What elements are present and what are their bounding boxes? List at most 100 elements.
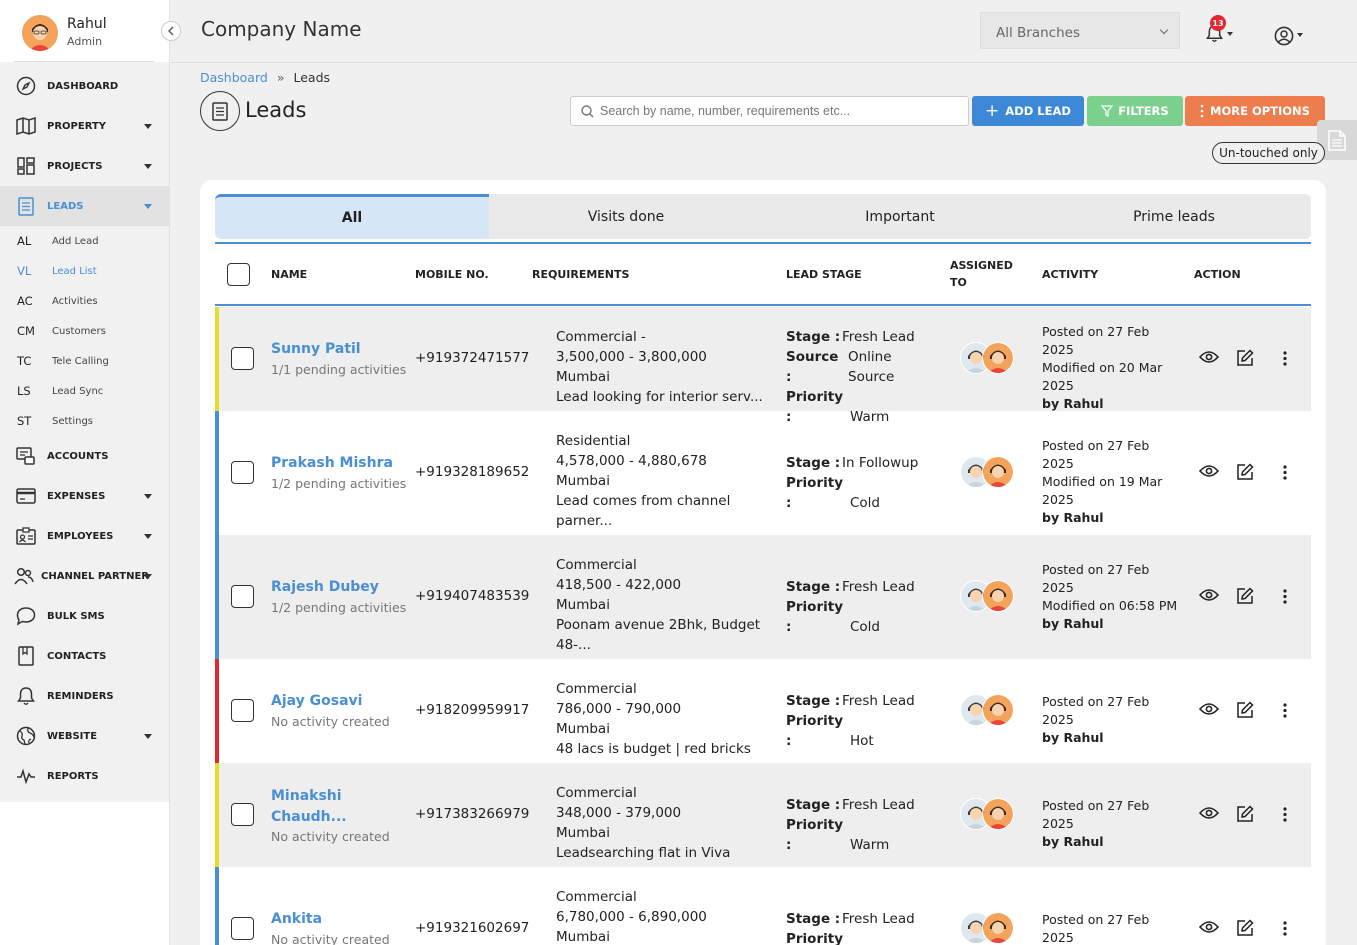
- sidebar-item-property[interactable]: PROPERTY: [0, 106, 169, 146]
- table-row[interactable]: Rajesh Dubey 1/2 pending activities +91940…: [215, 535, 1311, 659]
- kebab-menu-icon[interactable]: [1283, 589, 1287, 604]
- edit-icon[interactable]: [1236, 349, 1254, 367]
- stage-label: Stage :: [786, 693, 841, 709]
- sidebar-item-contacts[interactable]: CONTACTS: [0, 636, 169, 676]
- user-menu-icon[interactable]: [1274, 26, 1294, 50]
- sidebar-subitem-customers[interactable]: CM Customers: [0, 316, 169, 346]
- row-checkbox[interactable]: [231, 699, 254, 722]
- sidebar-item-website[interactable]: WEBSITE: [0, 716, 169, 756]
- stage-label: Stage :: [786, 579, 841, 595]
- column-assigned-to[interactable]: ASSIGNED TO: [950, 257, 1020, 291]
- column-activity[interactable]: ACTIVITY: [1042, 266, 1098, 283]
- kebab-menu-icon[interactable]: [1283, 351, 1287, 366]
- tab-all[interactable]: All: [215, 194, 489, 239]
- eye-icon[interactable]: [1199, 806, 1219, 820]
- sidebar-subitem-add-lead[interactable]: AL Add Lead: [0, 226, 169, 256]
- eye-icon[interactable]: [1199, 464, 1219, 478]
- select-all-checkbox[interactable]: [227, 263, 250, 286]
- edit-icon[interactable]: [1236, 701, 1254, 719]
- sidebar-item-expenses[interactable]: EXPENSES: [0, 476, 169, 516]
- search-input[interactable]: [600, 104, 960, 118]
- edit-icon[interactable]: [1236, 587, 1254, 605]
- lead-name-link[interactable]: Sunny Patil: [271, 339, 401, 360]
- lead-name-link[interactable]: Ajay Gosavi: [271, 691, 401, 712]
- table-row[interactable]: Ankita No activity created +919321602697 Co…: [215, 867, 1311, 945]
- lead-name-link[interactable]: Rajesh Dubey: [271, 577, 401, 598]
- sidebar-subitem-settings[interactable]: ST Settings: [0, 406, 169, 436]
- assigned-avatars[interactable]: [960, 912, 1018, 945]
- table-row[interactable]: Prakash Mishra 1/2 pending activities +919…: [215, 411, 1311, 535]
- edit-icon[interactable]: [1236, 805, 1254, 823]
- kebab-menu-icon[interactable]: [1283, 807, 1287, 822]
- kebab-menu-icon[interactable]: [1283, 703, 1287, 718]
- eye-icon[interactable]: [1199, 588, 1219, 602]
- requirement-line: Poonam avenue 2Bhk, Budget 48-...: [556, 617, 761, 653]
- lead-name-link[interactable]: Prakash Mishra: [271, 453, 401, 474]
- sidebar-subitem-label: Add Lead: [52, 235, 99, 247]
- tab-prime-leads[interactable]: Prime leads: [1037, 194, 1311, 239]
- assigned-avatars[interactable]: [960, 694, 1018, 728]
- column-lead-stage[interactable]: LEAD STAGE: [786, 266, 862, 283]
- sidebar-subitem-activities[interactable]: AC Activities: [0, 286, 169, 316]
- chevron-down-icon[interactable]: [1227, 32, 1233, 36]
- assigned-avatars[interactable]: [960, 456, 1018, 490]
- sidebar-subitem-tele-calling[interactable]: TC Tele Calling: [0, 346, 169, 376]
- branch-select[interactable]: All Branches: [980, 12, 1180, 49]
- table-row[interactable]: Minakshi Chaudh... No activity created +91…: [215, 763, 1311, 867]
- requirement-line: 418,500 - 422,000: [556, 577, 682, 593]
- lead-name-link[interactable]: Minakshi Chaudh...: [271, 786, 401, 828]
- chevron-down-icon[interactable]: [1297, 33, 1303, 37]
- sidebar-item-dashboard[interactable]: DASHBOARD: [0, 66, 169, 106]
- sidebar-item-accounts[interactable]: ACCOUNTS: [0, 436, 169, 476]
- row-checkbox[interactable]: [231, 347, 254, 370]
- assigned-avatars[interactable]: [960, 580, 1018, 614]
- row-checkbox[interactable]: [231, 917, 254, 940]
- column-name[interactable]: NAME: [271, 266, 307, 283]
- breadcrumb: Dashboard » Leads: [200, 70, 330, 85]
- sidebar-subitem-lead-list[interactable]: VL Lead List: [0, 256, 169, 286]
- sidebar-subitem-lead-sync[interactable]: LS Lead Sync: [0, 376, 169, 406]
- sidebar-item-label: REMINDERS: [47, 690, 114, 702]
- row-checkbox[interactable]: [231, 585, 254, 608]
- column-mobile[interactable]: MOBILE NO.: [415, 266, 489, 283]
- eye-icon[interactable]: [1199, 702, 1219, 716]
- edit-icon[interactable]: [1236, 463, 1254, 481]
- sidebar-subitem-label: Lead List: [52, 265, 97, 277]
- filters-button[interactable]: FILTERS: [1087, 96, 1183, 126]
- activity-author: by Rahul: [1042, 834, 1104, 849]
- sidebar-item-label: DASHBOARD: [47, 80, 119, 92]
- lead-tabs: All Visits done Important Prime leads: [215, 194, 1311, 239]
- kebab-menu-icon[interactable]: [1283, 465, 1287, 480]
- column-requirements[interactable]: REQUIREMENTS: [532, 266, 629, 283]
- eye-icon[interactable]: [1199, 350, 1219, 364]
- tab-important[interactable]: Important: [763, 194, 1037, 239]
- sidebar-item-bulk-sms[interactable]: BULK SMS: [0, 596, 169, 636]
- sidebar-collapse-button[interactable]: [161, 21, 181, 41]
- user-profile[interactable]: Rahul Admin: [22, 15, 107, 51]
- edit-icon[interactable]: [1236, 919, 1254, 937]
- sidebar-subitem-label: Tele Calling: [52, 355, 109, 367]
- sidebar-item-employees[interactable]: EMPLOYEES: [0, 516, 169, 556]
- sidebar-item-projects[interactable]: PROJECTS: [0, 146, 169, 186]
- sidebar-item-reports[interactable]: REPORTS: [0, 756, 169, 796]
- table-row[interactable]: Ajay Gosavi No activity created +918209959…: [215, 659, 1311, 763]
- tab-visits-done[interactable]: Visits done: [489, 194, 763, 239]
- assigned-avatars[interactable]: [960, 798, 1018, 832]
- row-checkbox[interactable]: [231, 803, 254, 826]
- eye-icon[interactable]: [1199, 920, 1219, 934]
- lead-name-link[interactable]: Ankita: [271, 909, 401, 930]
- row-checkbox[interactable]: [231, 461, 254, 484]
- requirement-line: Commercial: [556, 681, 637, 697]
- sidebar-item-leads[interactable]: LEADS: [0, 186, 169, 226]
- untouched-only-toggle[interactable]: Un-touched only: [1212, 142, 1325, 164]
- add-lead-button[interactable]: + ADD LEAD: [972, 96, 1084, 126]
- assigned-avatars[interactable]: [960, 342, 1018, 376]
- breadcrumb-dashboard-link[interactable]: Dashboard: [200, 70, 268, 85]
- sidebar-item-channel-partner[interactable]: CHANNEL PARTNER: [0, 556, 169, 596]
- sidebar-item-reminders[interactable]: REMINDERS: [0, 676, 169, 716]
- lead-mobile: +918209959917: [415, 702, 530, 718]
- activity-line: Posted on 27 Feb 2025: [1042, 324, 1150, 357]
- more-options-button[interactable]: MORE OPTIONS: [1185, 96, 1325, 126]
- table-row[interactable]: Sunny Patil 1/1 pending activities +919372…: [215, 307, 1311, 425]
- kebab-menu-icon[interactable]: [1283, 921, 1287, 936]
